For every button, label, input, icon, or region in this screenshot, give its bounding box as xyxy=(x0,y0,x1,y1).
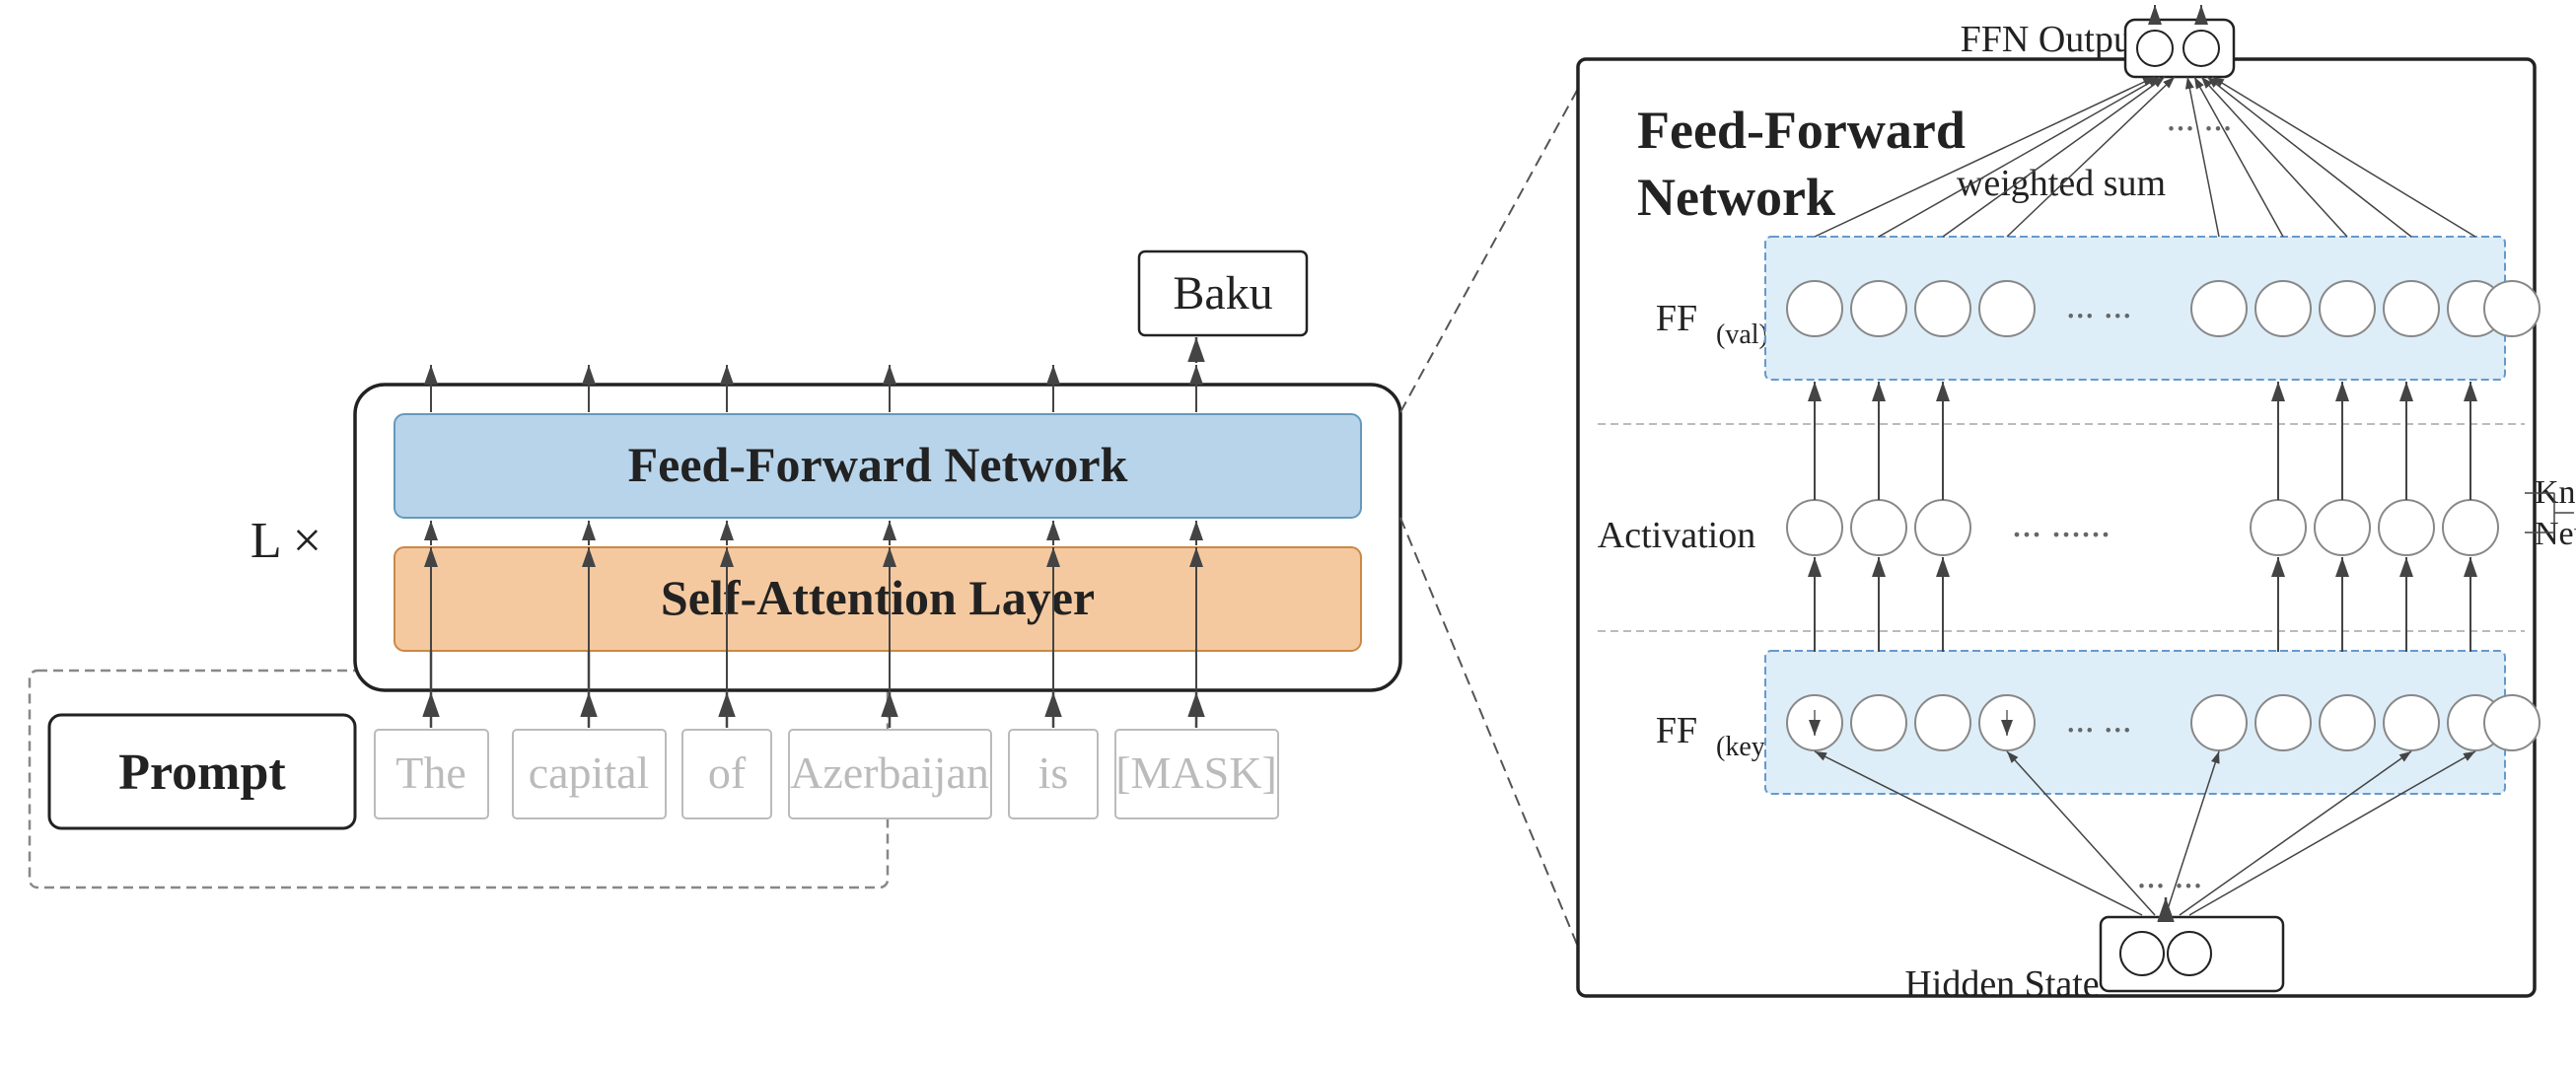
ffn-title-line2: Network xyxy=(1637,168,1835,227)
knowledge-neurons-label2: Neurons xyxy=(2535,516,2576,552)
ff-val-label: FF xyxy=(1656,298,1697,339)
sal-bar-label: Self-Attention Layer xyxy=(661,570,1095,625)
bottom-dots: ... ... xyxy=(2137,855,2203,896)
ffn-output-label: FFN Output xyxy=(1961,19,2143,60)
token-the: The xyxy=(395,747,466,798)
baku-label: Baku xyxy=(1173,267,1272,320)
token-azerbaijan: Azerbaijan xyxy=(790,747,989,798)
weighted-sum-label: weighted sum xyxy=(1957,163,2166,204)
diagram-container: Prompt The capital of Azerbaijan is [MAS… xyxy=(0,0,2576,1065)
lx-label: L × xyxy=(250,513,322,569)
prompt-label: Prompt xyxy=(118,745,286,801)
token-of: of xyxy=(708,747,747,798)
svg-text:... ...: ... ... xyxy=(2066,285,2132,326)
hidden-state-label: Hidden State xyxy=(1904,963,2099,1005)
ffn-bar-label: Feed-Forward Network xyxy=(628,437,1128,492)
token-is: is xyxy=(1038,747,1069,798)
top-dots: ... ... xyxy=(2167,98,2233,139)
ffn-title-line1: Feed-Forward xyxy=(1637,101,1966,160)
svg-text:... ......: ... ...... xyxy=(2012,501,2111,545)
activation-label: Activation xyxy=(1598,515,1755,556)
token-mask: [MASK] xyxy=(1115,747,1277,798)
ff-key-label: FF xyxy=(1656,710,1697,751)
svg-text:... ...: ... ... xyxy=(2066,699,2132,741)
token-capital: capital xyxy=(529,747,650,798)
svg-text:(val): (val) xyxy=(1716,320,1768,350)
